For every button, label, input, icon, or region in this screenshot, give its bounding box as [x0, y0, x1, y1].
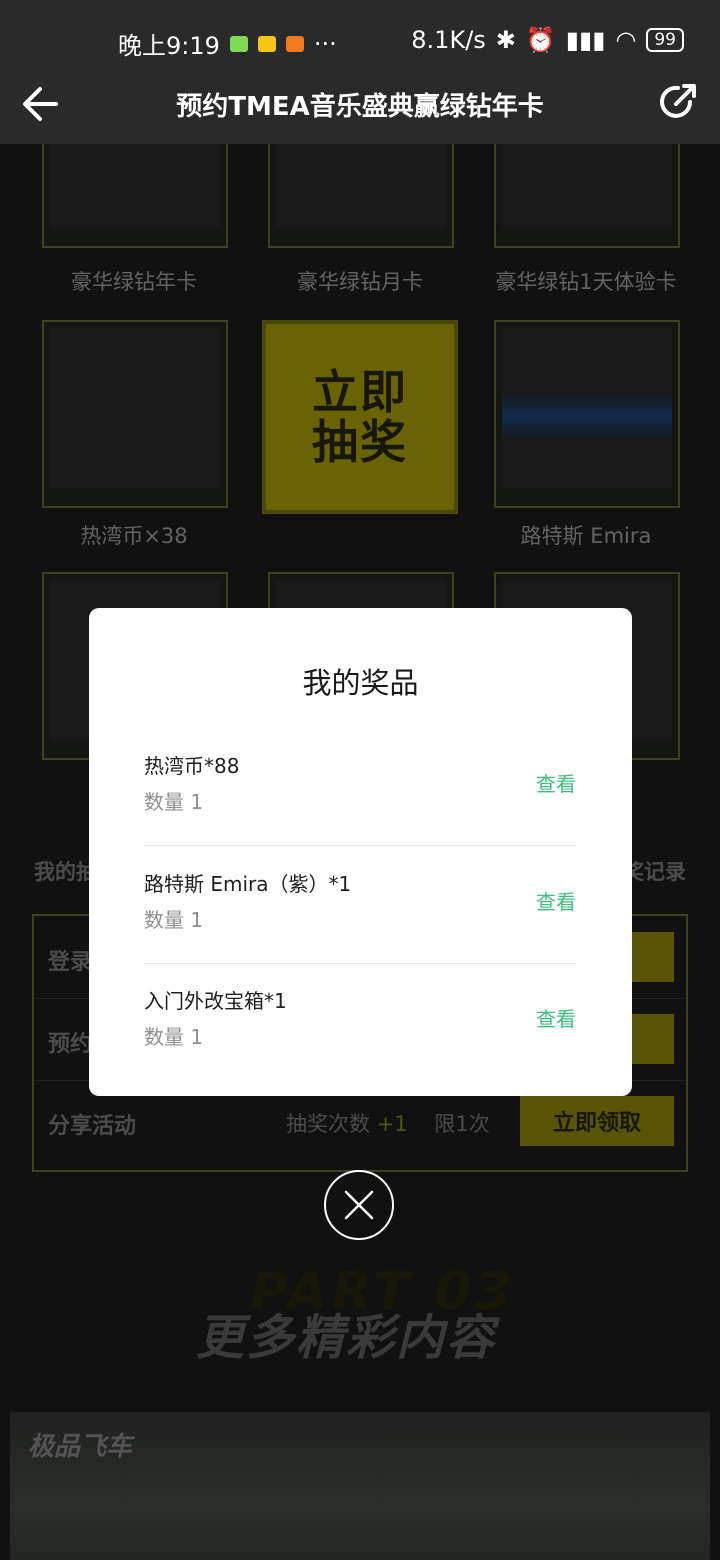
share-icon[interactable] [656, 80, 700, 124]
page-title: 预约TMEA音乐盛典赢绿钻年卡 [176, 92, 544, 122]
view-prize-link[interactable]: 查看 [536, 768, 576, 797]
close-icon [344, 1190, 374, 1220]
prize-name: 入门外改宝箱*1 [144, 989, 287, 1013]
bluetooth-icon: ✱ [495, 26, 516, 54]
meituan-icon [257, 35, 276, 52]
prize-name: 热湾币*88 [144, 754, 240, 778]
status-right: 8.1K/s ✱ ⏰ ▮▮▮ ◠ 99 [411, 26, 684, 54]
my-prizes-dialog: 我的奖品 热湾币*88 数量 1 查看 路特斯 Emira（紫）*1 数量 1 … [89, 608, 632, 1096]
prize-item: 热湾币*88 数量 1 查看 [144, 728, 576, 846]
wechat-icon [229, 35, 248, 52]
prize-item: 入门外改宝箱*1 数量 1 查看 [144, 963, 576, 1080]
status-left: 晚上9:19 ··· [118, 26, 337, 61]
prize-name: 路特斯 Emira（紫）*1 [144, 872, 352, 896]
close-dialog-button[interactable] [324, 1170, 394, 1240]
status-time: 晚上9:19 [118, 32, 220, 60]
more-notifications-icon: ··· [313, 29, 337, 58]
nav-bar: 预约TMEA音乐盛典赢绿钻年卡 [0, 68, 720, 144]
mi-icon [285, 35, 304, 52]
wifi-icon: ◠ [615, 26, 637, 54]
alarm-icon: ⏰ [525, 26, 556, 54]
view-prize-link[interactable]: 查看 [536, 1003, 576, 1032]
prize-quantity: 数量 1 [144, 790, 204, 814]
battery-indicator: 99 [646, 28, 684, 52]
prize-item: 路特斯 Emira（紫）*1 数量 1 查看 [144, 846, 576, 964]
view-prize-link[interactable]: 查看 [536, 886, 576, 915]
network-speed: 8.1K/s [411, 26, 486, 54]
prize-quantity: 数量 1 [144, 1025, 204, 1049]
signal-icon: ▮▮▮ [565, 26, 606, 54]
dialog-title: 我的奖品 [302, 666, 419, 700]
prize-quantity: 数量 1 [144, 908, 204, 932]
